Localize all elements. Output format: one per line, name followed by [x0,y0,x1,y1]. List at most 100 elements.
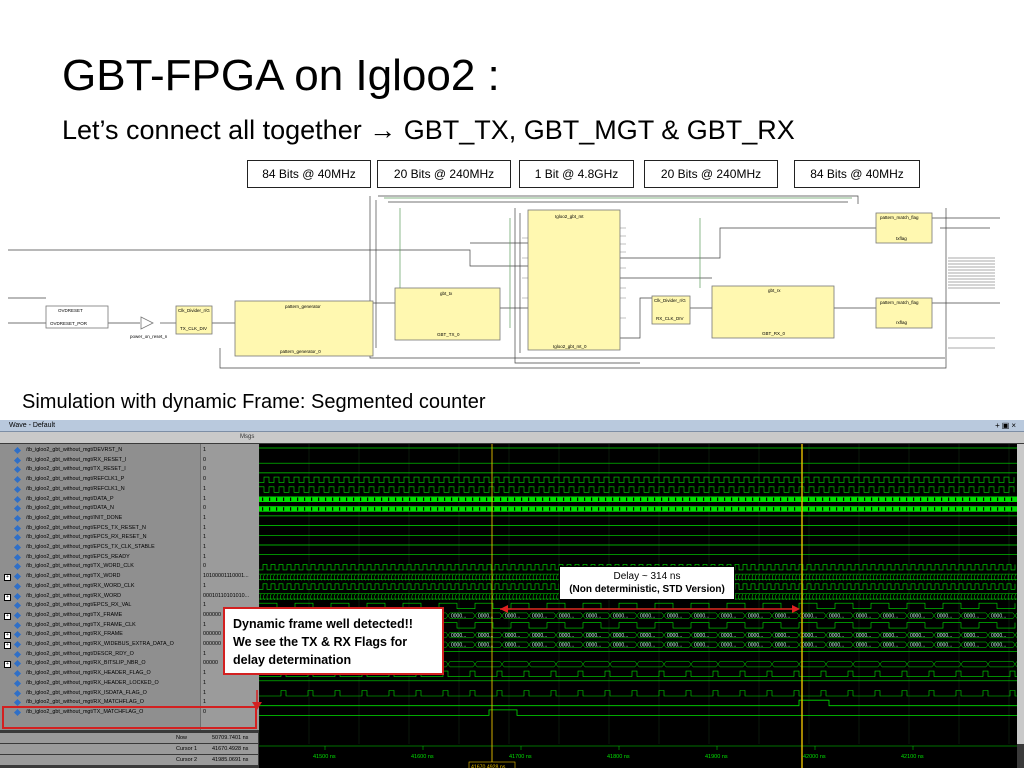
signal-row[interactable]: /tb_igloo2_gbt_without_mgt/RX_ISDATA_FLA… [0,689,200,699]
data-transition [521,497,523,501]
signal-icon [13,660,22,668]
signal-row[interactable]: /tb_igloo2_gbt_without_mgt/DATA_N [0,504,200,514]
signal-row[interactable]: /tb_igloo2_gbt_without_mgt/RX_HEADER_FLA… [0,669,200,679]
signal-row[interactable]: /tb_igloo2_gbt_without_mgt/RX_HEADER_LOC… [0,679,200,689]
data-transition [367,507,369,511]
signal-row[interactable]: /tb_igloo2_gbt_without_mgt/EPCS_TX_RESET… [0,524,200,534]
data-transition [724,507,726,511]
vertical-scrollbar[interactable] [1017,444,1024,744]
signal-row[interactable]: + /tb_igloo2_gbt_without_mgt/TX_FRAME [0,611,200,621]
signal-icon [13,670,22,678]
expand-icon[interactable]: + [4,632,11,640]
data-transition [689,507,691,511]
expand-icon[interactable]: + [4,612,11,620]
bus-segment-label: 0000... [829,633,844,639]
data-transition [780,507,782,511]
signal-row[interactable]: /tb_igloo2_gbt_without_mgt/EPCS_TX_CLK_S… [0,543,200,553]
signal-row[interactable]: /tb_igloo2_gbt_without_mgt/DESCR_RDY_O [0,650,200,660]
signal-icon [13,446,22,455]
signal-row[interactable]: /tb_igloo2_gbt_without_mgt/RX_RESET_I [0,456,200,466]
bus-segment [987,661,1016,668]
signal-name: /tb_igloo2_gbt_without_mgt/DATA_P [26,495,114,502]
data-transition [934,497,936,501]
signal-name: /tb_igloo2_gbt_without_mgt/RX_BITSLIP_NB… [26,660,146,667]
data-transition [710,507,712,511]
bus-segment-label: 0000... [451,614,466,620]
svg-text:GBT_TX_0: GBT_TX_0 [437,332,460,337]
data-transition [598,507,600,511]
expand-icon[interactable]: + [4,661,11,669]
signal-row[interactable]: + /tb_igloo2_gbt_without_mgt/RX_BITSLIP_N… [0,659,200,669]
svg-text:txflag: txflag [896,236,907,241]
data-transition [346,497,348,501]
bus-segment-label: 0000... [910,643,925,649]
svg-text:OVDRESET: OVDRESET [58,308,83,313]
signal-row[interactable]: + /tb_igloo2_gbt_without_mgt/RX_WIDEBUS_E… [0,640,200,650]
signal-value: 0 [203,456,206,463]
signal-row[interactable]: /tb_igloo2_gbt_without_mgt/EPCS_RX_VAL [0,601,200,611]
data-transition [528,497,530,501]
cursor-row-1[interactable]: Cursor 1 41670.4928 ns [0,744,258,754]
signal-name: /tb_igloo2_gbt_without_mgt/EPCS_READY [26,553,130,560]
bus-segment-label: 0000... [883,643,898,649]
waveform-area[interactable]: ((((((((((((((((((((((((((((((((((((((((… [259,444,1017,768]
cursor-row-now: Now 50709.7401 ns [0,733,258,743]
signal-row[interactable]: /tb_igloo2_gbt_without_mgt/RX_MATCHFLAG_… [0,698,200,708]
signal-row[interactable]: + /tb_igloo2_gbt_without_mgt/TX_WORD [0,572,200,582]
data-transition [276,507,278,511]
svg-text:GBT_RX_0: GBT_RX_0 [762,331,786,336]
data-transition [304,497,306,501]
data-transition [570,507,572,511]
data-transition [983,497,985,501]
data-transition [941,507,943,511]
svg-text:Igloo2_gbt_mt: Igloo2_gbt_mt [555,214,584,219]
signal-row[interactable]: /tb_igloo2_gbt_without_mgt/EPCS_READY [0,553,200,563]
data-transition [766,507,768,511]
data-transition [472,507,474,511]
bus-segment-label: 0000... [748,643,763,649]
bus-segment-label: 0000... [586,643,601,649]
data-transition [640,497,642,501]
data-transition [262,507,264,511]
signal-value: 1 [203,534,206,541]
signal-row[interactable]: /tb_igloo2_gbt_without_mgt/RX_WORD_CLK [0,582,200,592]
data-transition [815,497,817,501]
bus-segment-label: 0000... [478,614,493,620]
data-transition [577,507,579,511]
signal-row[interactable]: /tb_igloo2_gbt_without_mgt/DATA_P [0,495,200,505]
data-transition [948,497,950,501]
cursor-row-2[interactable]: Cursor 2 41985.0691 ns [0,755,258,765]
window-controls[interactable]: +▣× [995,420,1018,431]
signal-row[interactable]: /tb_igloo2_gbt_without_mgt/TX_RESET_I [0,465,200,475]
signal-row[interactable]: /tb_igloo2_gbt_without_mgt/DEVRST_N [0,446,200,456]
signal-row[interactable]: + /tb_igloo2_gbt_without_mgt/RX_FRAME [0,630,200,640]
signal-row[interactable]: /tb_igloo2_gbt_without_mgt/TX_FRAME_CLK [0,621,200,631]
dense-data-waveform [259,506,1017,512]
expand-icon[interactable]: + [4,593,11,601]
rx-matchflag-waveform [259,699,1017,707]
data-transition [927,507,929,511]
bandwidth-label-mgt-rx: 20 Bits @ 240MHz [644,160,778,188]
signal-icon [13,592,22,600]
bus-segment [933,661,962,668]
signal-row[interactable]: + /tb_igloo2_gbt_without_mgt/RX_WORD [0,592,200,602]
expand-icon[interactable]: + [4,574,11,582]
bus-segment-label: 0000... [748,633,763,639]
signal-icon [13,582,22,590]
data-transition [325,497,327,501]
signal-row[interactable]: /tb_igloo2_gbt_without_mgt/EPCS_RX_RESET… [0,533,200,543]
data-transition [444,507,446,511]
data-transition [850,497,852,501]
signal-row[interactable]: /tb_igloo2_gbt_without_mgt/INIT_DONE [0,514,200,524]
signal-name: /tb_igloo2_gbt_without_mgt/RX_MATCHFLAG_… [26,699,144,706]
signal-row[interactable]: /tb_igloo2_gbt_without_mgt/REFCLK1_N [0,485,200,495]
signal-row[interactable]: /tb_igloo2_gbt_without_mgt/TX_MATCHFLAG_… [0,708,200,718]
data-transition [493,497,495,501]
signal-row[interactable]: /tb_igloo2_gbt_without_mgt/TX_WORD_CLK [0,562,200,572]
signal-value-list: 1 0 0 0 1 1 0 1 1 1 1 1 0 10100001110001... 1 000101101… [200,444,259,730]
expand-icon[interactable]: + [4,642,11,649]
data-transition [717,507,719,511]
signal-row[interactable]: /tb_igloo2_gbt_without_mgt/REFCLK1_P [0,475,200,485]
data-transition [864,497,866,501]
signal-name: /tb_igloo2_gbt_without_mgt/RX_WIDEBUS_EX… [26,641,174,647]
